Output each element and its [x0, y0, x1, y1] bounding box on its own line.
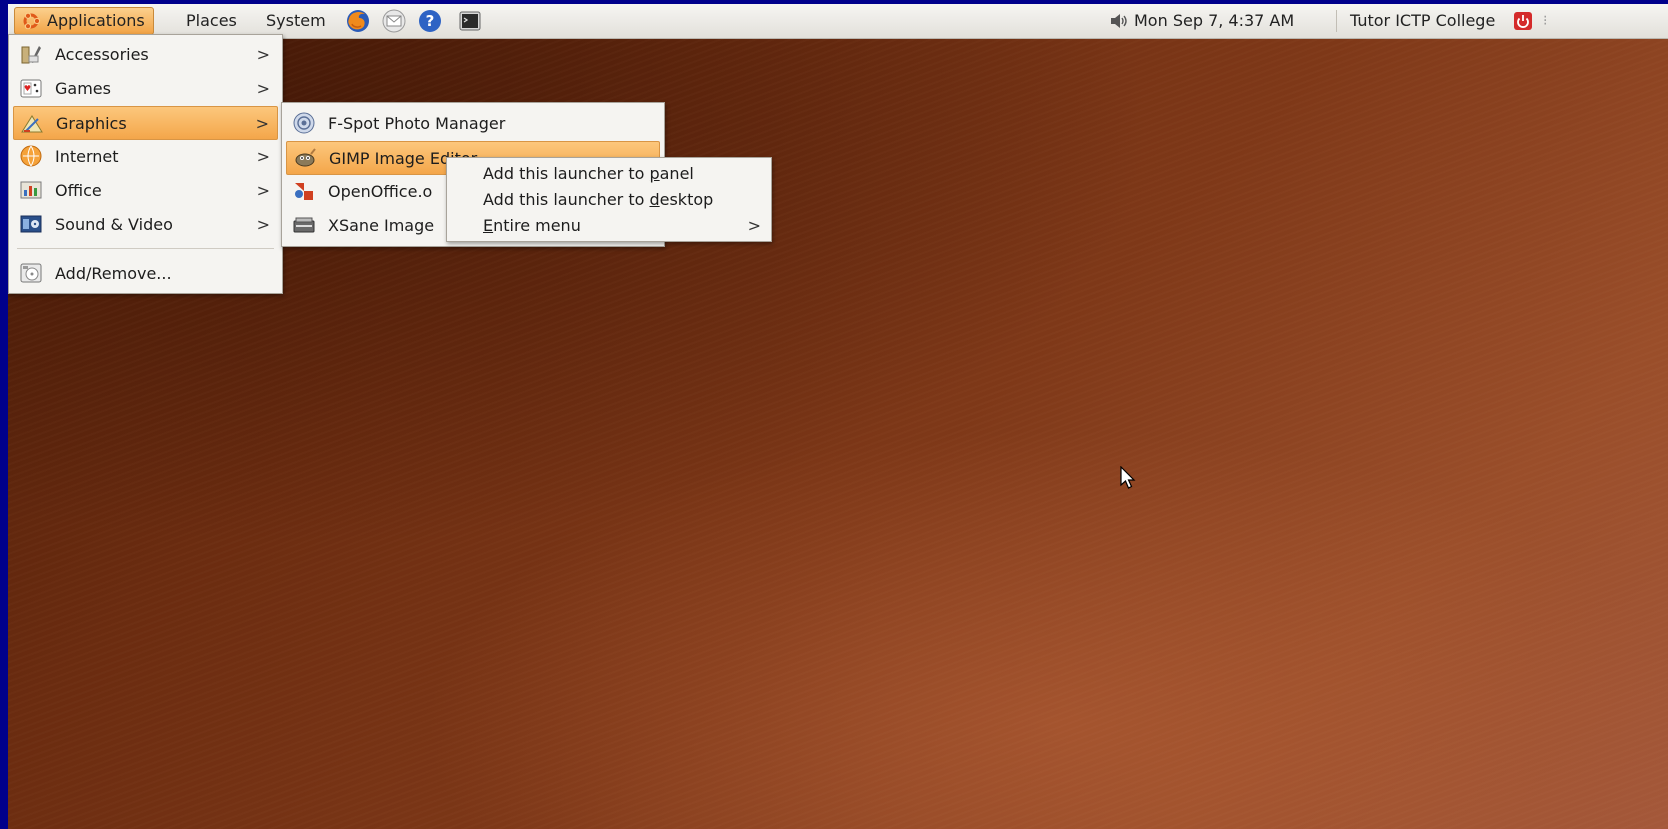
menu-item-accessories[interactable]: Accessories > [13, 38, 278, 70]
panel-separator [1336, 10, 1337, 32]
places-menu-button[interactable]: Places [186, 7, 237, 35]
menu-item-add-remove[interactable]: Add/Remove... [13, 257, 278, 289]
add-remove-icon [20, 263, 42, 283]
submenu-arrow-icon: > [256, 146, 270, 166]
user-switcher[interactable]: Tutor ICTP College [1350, 7, 1495, 35]
submenu-arrow-icon: > [255, 113, 269, 133]
submenu-arrow-icon: > [747, 215, 761, 235]
submenu-arrow-icon: > [256, 44, 270, 64]
applications-menu-button[interactable]: Applications [14, 7, 154, 35]
context-item-label: Add this launcher to desktop [483, 189, 714, 209]
mail-client-icon[interactable] [382, 9, 406, 33]
menu-item-office[interactable]: Office > [13, 174, 278, 206]
shutdown-icon[interactable] [1513, 11, 1533, 31]
menu-item-games[interactable]: ♥ Games > [13, 72, 278, 104]
xsane-icon [293, 217, 315, 233]
gimp-icon [295, 148, 316, 167]
mouse-pointer-icon [1120, 466, 1136, 489]
menu-separator [17, 248, 274, 249]
applications-dropdown: Accessories > ♥ Games > Graphics > Inter… [8, 34, 283, 294]
volume-icon[interactable] [1108, 9, 1130, 33]
menu-item-label: Sound & Video [55, 214, 173, 234]
accessories-icon [21, 46, 41, 64]
submenu-arrow-icon: > [256, 78, 270, 98]
entire-menu[interactable]: Entire menu > [449, 212, 769, 238]
context-item-label: Entire menu [483, 215, 581, 235]
menu-item-label: Add/Remove... [55, 263, 172, 283]
menu-item-sound-video[interactable]: Sound & Video > [13, 208, 278, 240]
desktop[interactable]: Applications Places System ? Mon Sep 7, … [8, 4, 1668, 829]
menu-item-label: Office [55, 180, 102, 200]
menu-item-label: Accessories [55, 44, 149, 64]
internet-icon [20, 145, 42, 167]
add-launcher-to-desktop[interactable]: Add this launcher to desktop [449, 186, 769, 212]
terminal-icon[interactable] [458, 9, 482, 33]
menu-item-graphics[interactable]: Graphics > [13, 106, 278, 140]
applications-label: Applications [47, 11, 145, 30]
submenu-item-label: XSane Image [328, 215, 435, 235]
ubuntu-logo-icon [23, 12, 41, 30]
help-icon[interactable]: ? [418, 9, 442, 33]
submenu-arrow-icon: > [256, 214, 270, 234]
launcher-context-menu: Add this launcher to panel Add this laun… [446, 157, 772, 242]
openoffice-draw-icon [295, 183, 313, 200]
menu-item-label: Internet [55, 146, 119, 166]
context-item-label: Add this launcher to panel [483, 163, 694, 183]
add-launcher-to-panel[interactable]: Add this launcher to panel [449, 160, 769, 186]
fspot-icon [293, 112, 315, 134]
games-icon: ♥ [20, 79, 42, 98]
submenu-item-label: OpenOffice.o [328, 181, 433, 201]
graphics-icon [21, 115, 43, 133]
submenu-item-label: F-Spot Photo Manager [328, 113, 506, 133]
office-icon [20, 181, 42, 199]
menu-item-internet[interactable]: Internet > [13, 140, 278, 172]
svg-text:?: ? [426, 12, 435, 30]
panel-handle[interactable]: ⁝ [1543, 7, 1547, 35]
system-menu-button[interactable]: System [266, 7, 326, 35]
submenu-arrow-icon: > [256, 180, 270, 200]
menu-item-label: Graphics [56, 113, 127, 133]
menu-item-label: Games [55, 78, 111, 98]
clock[interactable]: Mon Sep 7, 4:37 AM [1134, 7, 1294, 35]
svg-text:♥: ♥ [24, 84, 31, 93]
firefox-icon[interactable] [346, 9, 370, 33]
submenu-item-fspot[interactable]: F-Spot Photo Manager [286, 107, 660, 139]
sound-video-icon [20, 215, 42, 233]
